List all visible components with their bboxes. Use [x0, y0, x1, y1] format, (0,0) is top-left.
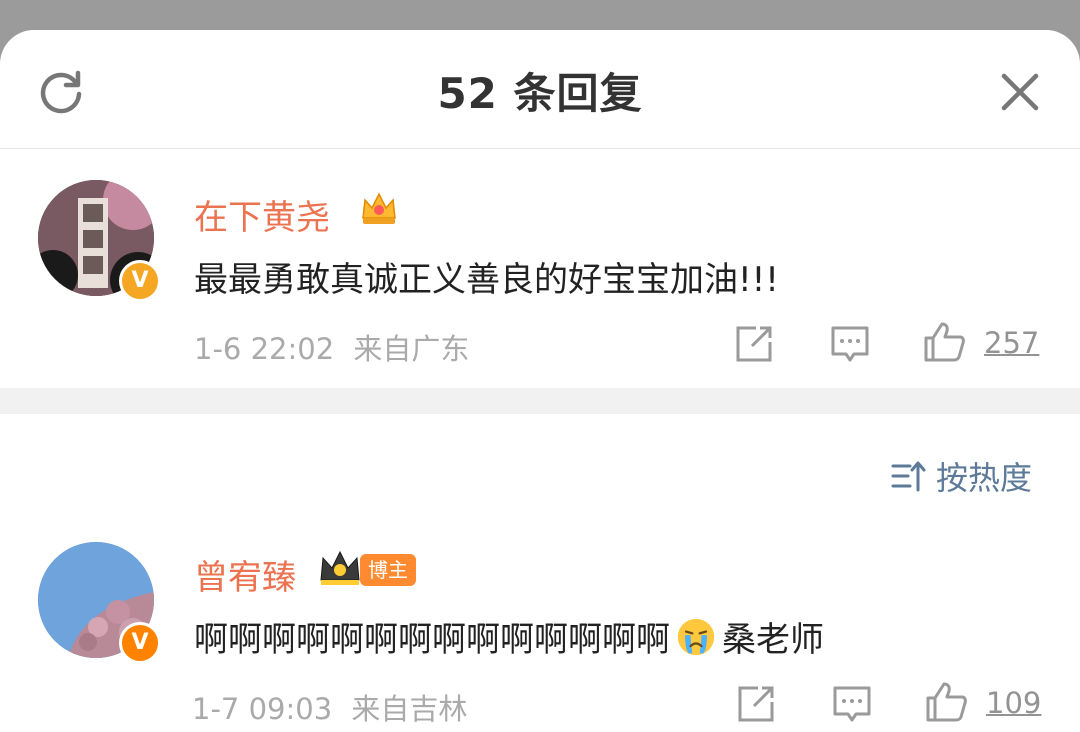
- comment-text: 最最勇敢真诚正义善良的好宝宝加油!!!: [194, 260, 779, 300]
- like-icon[interactable]: [924, 680, 968, 724]
- like-icon[interactable]: [922, 320, 966, 364]
- sheet-header: 52 条回复: [0, 30, 1080, 149]
- crown-icon: [362, 192, 396, 224]
- comment-icon[interactable]: [830, 682, 874, 726]
- comment-icon[interactable]: [828, 322, 872, 366]
- comment-location: 来自吉林: [351, 692, 468, 726]
- comment-text-main: 啊啊啊啊啊啊啊啊啊啊啊啊啊啊: [194, 620, 670, 660]
- sort-icon: [891, 461, 926, 492]
- sort-label: 按热度: [936, 459, 1033, 497]
- like-count[interactable]: 257: [984, 326, 1039, 360]
- username[interactable]: 曾宥臻: [194, 550, 296, 599]
- close-icon[interactable]: [996, 68, 1044, 116]
- share-icon[interactable]: [734, 682, 778, 726]
- comment-meta: 1-7 09:03 来自吉林: [192, 686, 467, 728]
- sort-toggle[interactable]: 按热度: [890, 454, 1032, 498]
- comment-time: 1-7 09:03: [192, 692, 333, 726]
- section-divider: [0, 388, 1080, 414]
- share-icon[interactable]: [732, 322, 776, 366]
- replies-sheet: 52 条回复 V 在下黄尧 最最勇敢真诚正义善良的好宝宝加油!!! 1-6 22…: [0, 30, 1080, 732]
- verified-badge-icon: V: [119, 622, 161, 664]
- page-title: 52 条回复: [437, 69, 643, 118]
- comment-time: 1-6 22:02: [194, 332, 335, 366]
- comment-text: 啊啊啊啊啊啊啊啊啊啊啊啊啊啊 桑老师: [194, 612, 824, 661]
- crying-emoji-icon: [677, 618, 715, 656]
- crown-icon: [320, 550, 360, 585]
- comment-meta: 1-6 22:02 来自广东: [194, 326, 469, 368]
- username[interactable]: 在下黄尧: [194, 190, 330, 239]
- verified-badge-icon: V: [119, 260, 161, 302]
- comment-text-tail: 桑老师: [722, 620, 824, 660]
- comment-location: 来自广东: [353, 332, 470, 366]
- creator-badge: 博主: [360, 554, 416, 586]
- like-count[interactable]: 109: [986, 686, 1041, 720]
